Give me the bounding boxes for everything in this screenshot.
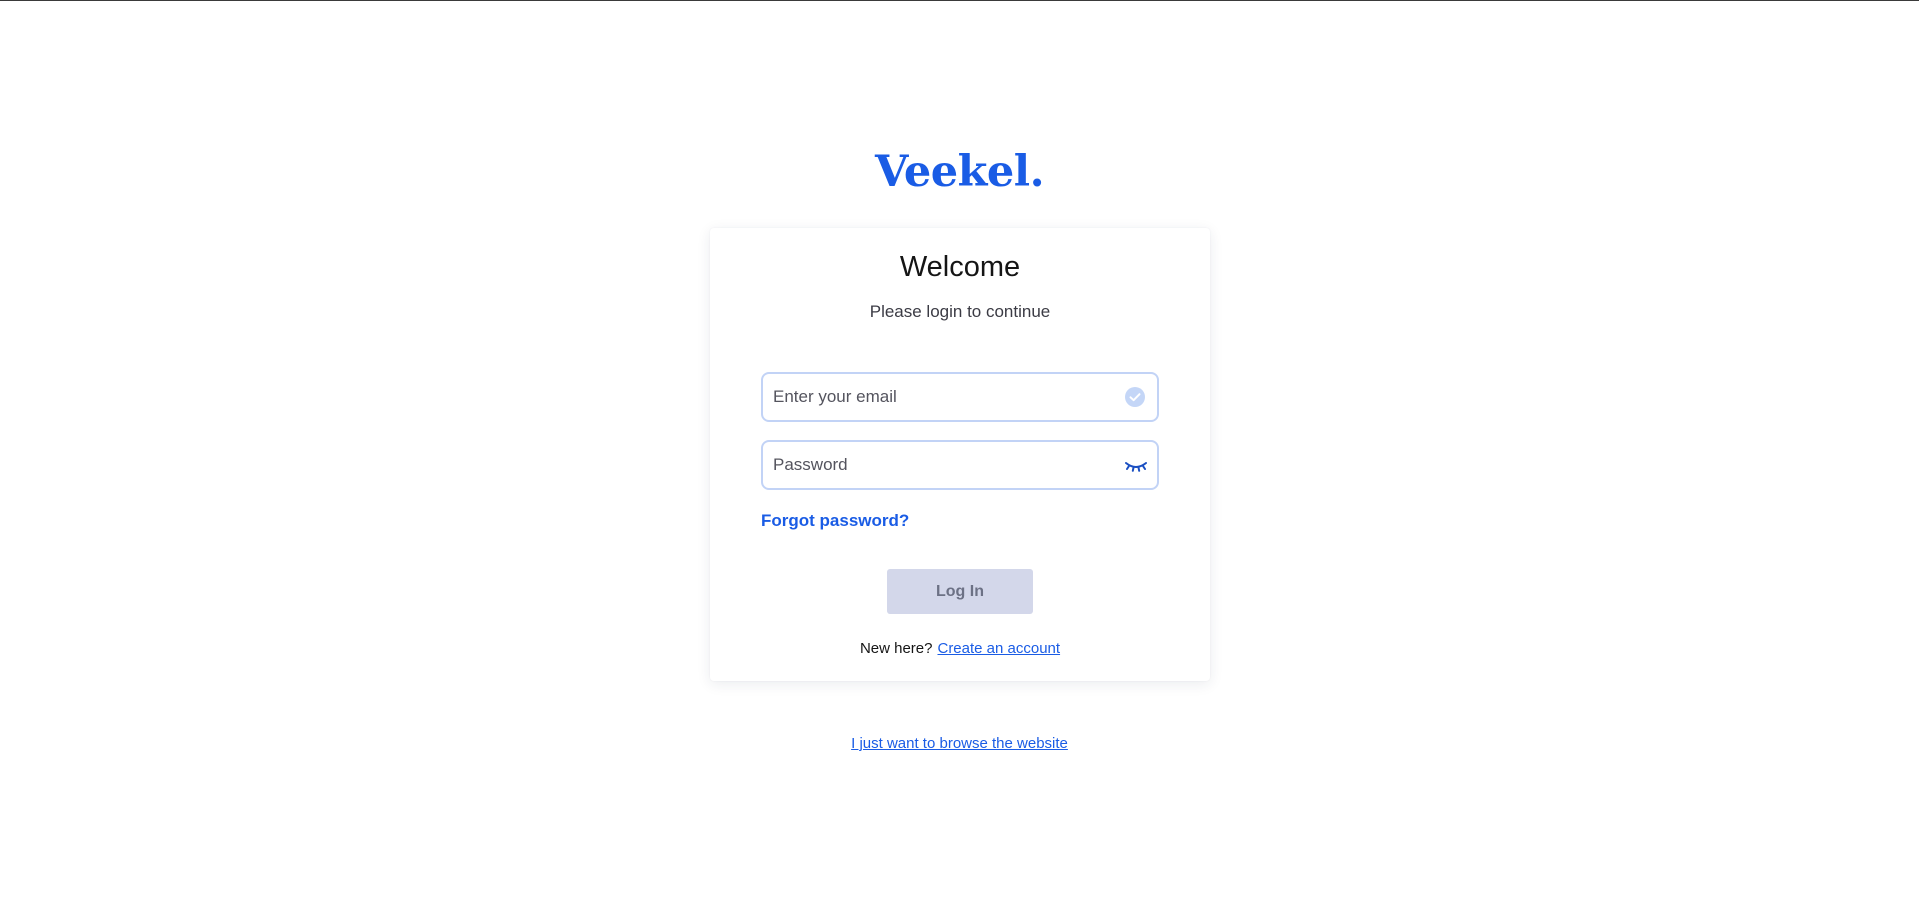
page-subtitle: Please login to continue <box>869 302 1051 321</box>
create-account-link[interactable]: Create an account <box>937 640 1060 657</box>
browse-website-link[interactable]: I just want to browse the website <box>851 735 1068 752</box>
password-field[interactable] <box>761 440 1159 490</box>
forgot-password-link[interactable]: Forgot password? <box>761 510 909 532</box>
browse-row: I just want to browse the website <box>0 734 1919 754</box>
signup-row: New here? Create an account <box>710 639 1210 659</box>
login-page: Veekel. Welcome Please login to continue <box>0 0 1919 908</box>
password-input[interactable] <box>773 442 1103 488</box>
email-input[interactable] <box>773 374 1103 420</box>
email-field[interactable] <box>761 372 1159 422</box>
top-divider <box>0 0 1919 1</box>
page-title: Welcome <box>899 251 1021 283</box>
login-button[interactable]: Log In <box>887 569 1033 614</box>
check-circle-icon <box>1124 386 1146 408</box>
login-card: Welcome Please login to continue Enter y… <box>710 228 1210 681</box>
brand-logo: Veekel. <box>874 147 1045 197</box>
eye-closed-icon[interactable] <box>1124 454 1147 476</box>
signup-prompt: New here? <box>859 640 933 657</box>
